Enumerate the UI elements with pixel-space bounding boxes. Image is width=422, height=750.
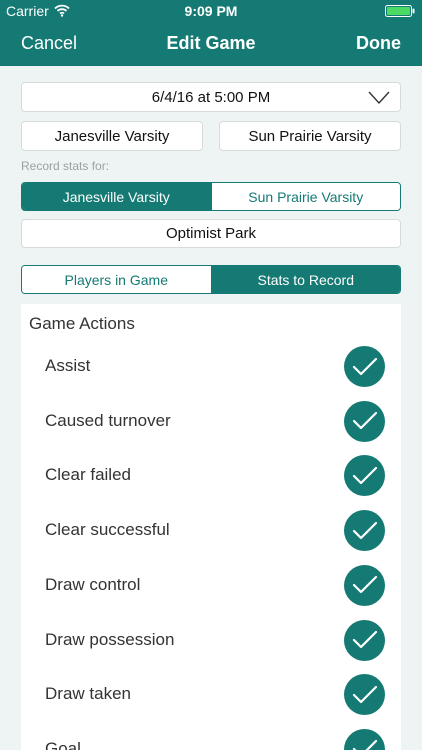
game-action-label: Clear failed <box>45 465 131 485</box>
tab-stats-to-record[interactable]: Stats to Record <box>210 266 400 293</box>
location-field[interactable]: Optimist Park <box>21 219 401 248</box>
game-action-label: Draw control <box>45 574 141 594</box>
home-team-button[interactable]: Janesville Varsity <box>21 121 203 151</box>
game-action-label: Caused turnover <box>45 410 171 430</box>
check-circle-icon[interactable] <box>344 510 385 552</box>
list-item[interactable]: Draw control <box>21 559 401 613</box>
list-item[interactable]: Clear failed <box>21 449 401 503</box>
check-circle-icon[interactable] <box>344 346 385 387</box>
away-team-label: Sun Prairie Varsity <box>248 127 372 145</box>
game-action-label: Clear successful <box>45 520 170 540</box>
game-actions-panel: Game Actions Assist Caused turnover Clear … <box>21 304 401 750</box>
list-item[interactable]: Clear successful <box>21 504 401 558</box>
date-value: 6/4/16 at 5:00 PM <box>151 88 271 106</box>
done-button[interactable]: Done <box>356 33 401 54</box>
away-team-button[interactable]: Sun Prairie Varsity <box>219 121 401 151</box>
date-picker[interactable]: 6/4/16 at 5:00 PM <box>21 82 401 112</box>
chevron-down-icon <box>368 91 390 105</box>
list-item[interactable]: Goal <box>21 723 401 750</box>
check-circle-icon[interactable] <box>344 400 385 442</box>
list-item[interactable]: Caused turnover <box>21 395 401 449</box>
record-for-option-home[interactable]: Janesville Varsity <box>22 183 211 210</box>
battery-icon <box>385 5 415 17</box>
location-value: Optimist Park <box>165 225 256 242</box>
record-for-segmented-control: Janesville Varsity Sun Prairie Varsity <box>21 182 401 211</box>
home-team-label: Janesville Varsity <box>54 127 170 145</box>
check-circle-icon[interactable] <box>344 455 385 497</box>
game-action-label: Draw taken <box>45 684 131 704</box>
tab-players-in-game[interactable]: Players in Game <box>22 266 211 293</box>
game-action-label: Assist <box>45 356 91 375</box>
game-action-label: Draw possession <box>45 629 175 649</box>
check-circle-icon[interactable] <box>344 619 385 661</box>
view-segmented-control: Players in Game Stats to Record <box>21 265 401 294</box>
check-circle-icon[interactable] <box>344 564 385 606</box>
list-item[interactable]: Draw possession <box>21 614 401 668</box>
section-title: Game Actions <box>29 314 135 333</box>
record-stats-label: Record stats for: <box>21 159 110 173</box>
status-bar: Carrier 9:09 PM <box>0 0 422 22</box>
nav-bar: Cancel Edit Game Done <box>0 22 422 66</box>
list-item[interactable]: Draw taken <box>21 668 401 722</box>
game-action-label: Goal <box>45 738 81 750</box>
cancel-button[interactable]: Cancel <box>21 33 77 54</box>
record-for-option-away[interactable]: Sun Prairie Varsity <box>210 183 400 210</box>
list-item[interactable]: Assist <box>21 340 401 394</box>
status-time: 9:09 PM <box>184 3 238 19</box>
check-circle-icon[interactable] <box>344 674 385 716</box>
check-circle-icon[interactable] <box>344 728 385 750</box>
